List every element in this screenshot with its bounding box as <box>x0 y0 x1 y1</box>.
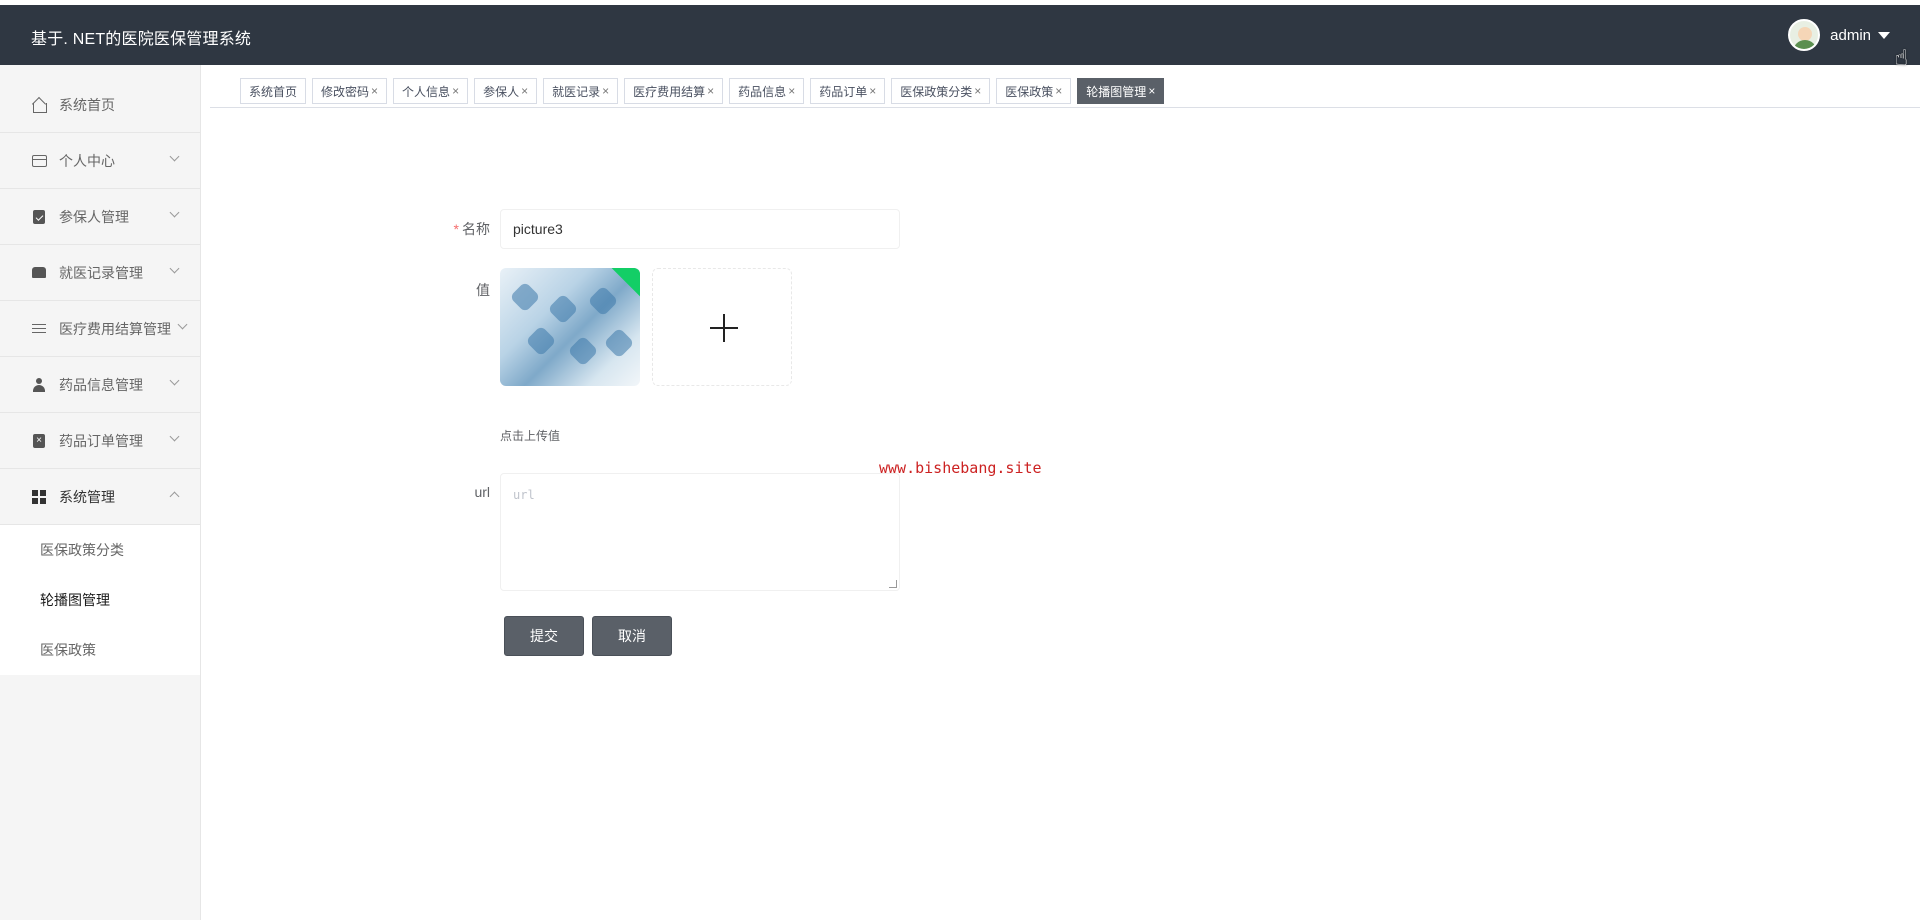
sidebar-item-drug-orders[interactable]: × 药品订单管理 <box>0 413 200 469</box>
submit-button[interactable]: 提交 <box>504 616 584 656</box>
upload-success-badge <box>609 268 640 299</box>
sidebar-item-label: 药品信息管理 <box>59 376 143 393</box>
tab-label: 轮播图管理 <box>1086 84 1147 99</box>
sidebar-subitem-policy-category[interactable]: 医保政策分类 <box>0 525 200 575</box>
close-icon[interactable]: × <box>371 84 378 98</box>
sidebar-item-label: 个人中心 <box>59 152 115 169</box>
user-name[interactable]: admin <box>1830 27 1871 44</box>
upload-tip: 点击上传值 <box>500 429 561 443</box>
cancel-button[interactable]: 取消 <box>592 616 672 656</box>
tab-drug-info[interactable]: 药品信息 × <box>729 78 805 104</box>
tab-label: 参保人 <box>483 84 520 99</box>
watermark: www.bishebang.site <box>879 459 1042 477</box>
tab-label: 医保政策 <box>1005 84 1054 99</box>
sidebar-item-personal-center[interactable]: 个人中心 <box>0 133 200 189</box>
chevron-down-icon <box>169 151 180 162</box>
chevron-down-icon <box>177 319 188 330</box>
grid-icon <box>31 489 47 505</box>
app-title: 基于. NET的医院医保管理系统 <box>31 31 252 48</box>
sidebar-item-insured[interactable]: 参保人管理 <box>0 189 200 245</box>
sidebar-item-label: 系统首页 <box>59 96 115 113</box>
name-input[interactable]: picture3 <box>500 209 900 249</box>
url-label: url <box>474 484 490 500</box>
chevron-down-icon <box>169 375 180 386</box>
home-icon <box>31 97 47 113</box>
tab-label: 系统首页 <box>249 84 298 99</box>
close-icon[interactable]: × <box>869 84 876 98</box>
tab-medical-records[interactable]: 就医记录 × <box>543 78 619 104</box>
tab-label: 药品订单 <box>819 84 868 99</box>
resize-handle-icon[interactable] <box>889 580 897 588</box>
tab-policy-category[interactable]: 医保政策分类 × <box>891 78 991 104</box>
hand-cursor-icon: ☝ <box>1894 45 1908 70</box>
tab-policy[interactable]: 医保政策 × <box>996 78 1072 104</box>
tab-change-password[interactable]: 修改密码 × <box>312 78 388 104</box>
sidebar-item-label: 医疗费用结算管理 <box>59 320 171 337</box>
sidebar: 系统首页 个人中心 参保人管理 就医记录管理 医疗费用结算管理 药品信息管理 ×… <box>0 65 201 920</box>
sliders-icon <box>31 321 47 337</box>
value-label: 值 <box>476 282 490 298</box>
user-menu[interactable]: admin <box>1788 19 1890 51</box>
box-icon <box>31 265 47 281</box>
tab-label: 修改密码 <box>321 84 370 99</box>
tab-insured[interactable]: 参保人 × <box>474 78 538 104</box>
sidebar-item-label: 系统管理 <box>59 488 115 505</box>
close-icon[interactable]: × <box>1055 84 1062 98</box>
sidebar-item-settlement[interactable]: 医疗费用结算管理 <box>0 301 200 357</box>
close-icon[interactable]: × <box>707 84 714 98</box>
sidebar-item-system[interactable]: 系统管理 <box>0 469 200 525</box>
close-icon[interactable]: × <box>974 84 981 98</box>
sidebar-item-medical-records[interactable]: 就医记录管理 <box>0 245 200 301</box>
tab-list: 系统首页 修改密码 × 个人信息 × 参保人 × 就医记录 × 医疗费用结算 × 药品信息… <box>240 78 1170 104</box>
sidebar-item-label: 就医记录管理 <box>59 264 143 281</box>
sidebar-item-label: 参保人管理 <box>59 208 129 225</box>
system-submenu: 医保政策分类 轮播图管理 医保政策 <box>0 525 200 675</box>
close-icon[interactable]: × <box>788 84 795 98</box>
chevron-down-icon <box>169 207 180 218</box>
tab-label: 就医记录 <box>552 84 601 99</box>
sidebar-item-label: 药品订单管理 <box>59 432 143 449</box>
tab-carousel[interactable]: 轮播图管理 × <box>1077 78 1165 104</box>
clipboard-check-icon <box>31 209 47 225</box>
image-upload-button[interactable] <box>652 268 792 386</box>
sidebar-subitem-policy[interactable]: 医保政策 <box>0 625 200 675</box>
tags-view: 系统首页 修改密码 × 个人信息 × 参保人 × 就医记录 × 医疗费用结算 × 药品信息… <box>210 78 1920 108</box>
person-icon <box>31 377 47 393</box>
url-textarea[interactable]: url <box>500 473 900 591</box>
required-mark: * <box>453 221 459 237</box>
url-placeholder: url <box>513 488 535 502</box>
sidebar-item-drug-info[interactable]: 药品信息管理 <box>0 357 200 413</box>
chevron-up-icon <box>169 491 180 502</box>
close-icon[interactable]: × <box>1148 84 1155 98</box>
tab-personal-info[interactable]: 个人信息 × <box>393 78 469 104</box>
card-icon <box>31 153 47 169</box>
name-label: * 名称 <box>453 221 490 237</box>
tab-home[interactable]: 系统首页 <box>240 78 307 104</box>
tab-label: 药品信息 <box>738 84 787 99</box>
close-icon[interactable]: × <box>452 84 459 98</box>
avatar[interactable] <box>1788 19 1821 51</box>
tab-label: 个人信息 <box>402 84 451 99</box>
sidebar-item-home[interactable]: 系统首页 <box>0 65 200 133</box>
sidebar-subitem-carousel[interactable]: 轮播图管理 <box>0 575 200 625</box>
chevron-down-icon <box>169 431 180 442</box>
tab-label: 医疗费用结算 <box>633 84 706 99</box>
close-icon[interactable]: × <box>521 84 528 98</box>
uploaded-image-thumbnail[interactable] <box>500 268 640 386</box>
caret-down-icon[interactable] <box>1878 31 1890 39</box>
tab-label: 医保政策分类 <box>900 84 973 99</box>
clipboard-x-icon: × <box>31 433 47 449</box>
tab-drug-orders[interactable]: 药品订单 × <box>810 78 886 104</box>
top-header: 基于. NET的医院医保管理系统 admin ☝ <box>0 0 1920 70</box>
tab-settlement[interactable]: 医疗费用结算 × <box>624 78 724 104</box>
close-icon[interactable]: × <box>602 84 609 98</box>
chevron-down-icon <box>169 263 180 274</box>
